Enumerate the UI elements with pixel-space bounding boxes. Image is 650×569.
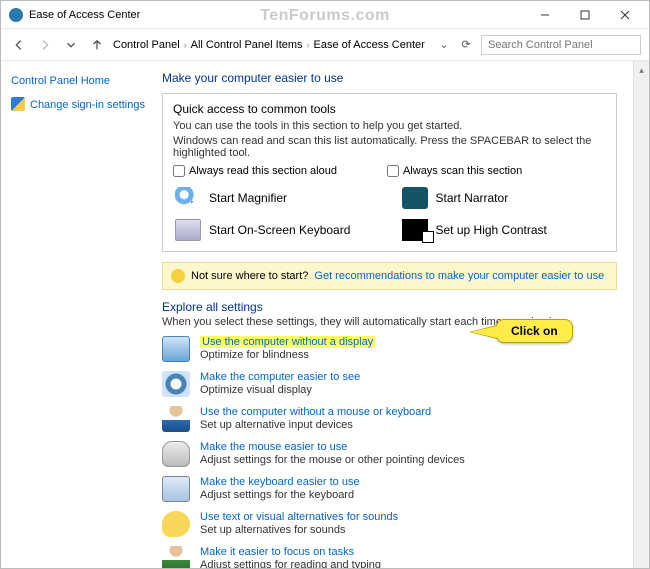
quick-access-box: Quick access to common tools You can use… bbox=[162, 93, 617, 252]
setting-icon bbox=[162, 441, 190, 467]
setting-icon bbox=[162, 406, 190, 432]
titlebar: Ease of Access Center bbox=[1, 1, 649, 29]
main-content: Make your computer easier to use Quick a… bbox=[156, 61, 633, 568]
breadcrumb-mid[interactable]: All Control Panel Items bbox=[191, 39, 303, 51]
setting-desc: Adjust settings for reading and typing bbox=[200, 559, 381, 568]
setting-icon bbox=[162, 511, 190, 537]
quick-title: Quick access to common tools bbox=[173, 102, 606, 116]
tool-label: Set up High Contrast bbox=[436, 223, 547, 237]
setting-desc: Adjust settings for the mouse or other p… bbox=[200, 454, 465, 466]
chk-read-label: Always read this section aloud bbox=[189, 165, 337, 177]
setting-row: Make the keyboard easier to useAdjust se… bbox=[162, 476, 617, 502]
quick-help1: You can use the tools in this section to… bbox=[173, 120, 606, 132]
setting-link[interactable]: Make the mouse easier to use bbox=[200, 441, 465, 453]
refresh-button[interactable]: ⟳ bbox=[457, 38, 475, 51]
address-dropdown[interactable]: ⌄ bbox=[437, 38, 451, 51]
close-button[interactable] bbox=[605, 3, 645, 27]
chk-read-aloud[interactable]: Always read this section aloud bbox=[173, 165, 337, 177]
tool-magnifier[interactable]: Start Magnifier bbox=[173, 185, 380, 211]
chk-scan-box[interactable] bbox=[387, 165, 399, 177]
setting-icon bbox=[162, 476, 190, 502]
tool-narrator[interactable]: Start Narrator bbox=[400, 185, 607, 211]
scrollbar[interactable]: ▴ bbox=[633, 61, 649, 568]
setting-link[interactable]: Use text or visual alternatives for soun… bbox=[200, 511, 398, 523]
minimize-button[interactable] bbox=[525, 3, 565, 27]
breadcrumb-root[interactable]: Control Panel bbox=[113, 39, 180, 51]
search-input[interactable] bbox=[481, 35, 641, 55]
tool-label: Start Magnifier bbox=[209, 191, 287, 205]
narrator-icon bbox=[402, 187, 428, 209]
settings-list: Use the computer without a displayOptimi… bbox=[162, 336, 617, 568]
scroll-up-icon[interactable]: ▴ bbox=[639, 65, 644, 76]
tip-bar: Not sure where to start? Get recommendat… bbox=[162, 262, 617, 290]
setting-desc: Set up alternative input devices bbox=[200, 419, 431, 431]
setting-row: Use text or visual alternatives for soun… bbox=[162, 511, 617, 537]
tool-highcontrast[interactable]: Set up High Contrast bbox=[400, 217, 607, 243]
sidebar-signin-link[interactable]: Change sign-in settings bbox=[11, 97, 146, 111]
sidebar: Control Panel Home Change sign-in settin… bbox=[1, 61, 156, 568]
tool-label: Start Narrator bbox=[436, 191, 509, 205]
setting-link[interactable]: Use the computer without a mouse or keyb… bbox=[200, 406, 431, 418]
tool-label: Start On-Screen Keyboard bbox=[209, 223, 350, 237]
setting-link[interactable]: Make the computer easier to see bbox=[200, 371, 360, 383]
window-title: Ease of Access Center bbox=[29, 9, 525, 21]
app-icon bbox=[9, 8, 23, 22]
setting-link[interactable]: Make it easier to focus on tasks bbox=[200, 546, 381, 558]
magnifier-icon bbox=[175, 187, 201, 209]
setting-icon bbox=[162, 336, 190, 362]
setting-icon bbox=[162, 546, 190, 568]
up-button[interactable] bbox=[87, 35, 107, 55]
setting-desc: Optimize for blindness bbox=[200, 349, 375, 361]
setting-desc: Set up alternatives for sounds bbox=[200, 524, 398, 536]
quick-help2: Windows can read and scan this list auto… bbox=[173, 135, 606, 159]
setting-row: Make the mouse easier to useAdjust setti… bbox=[162, 441, 617, 467]
callout-annotation: Click on bbox=[496, 319, 573, 343]
setting-row: Make it easier to focus on tasksAdjust s… bbox=[162, 546, 617, 568]
sidebar-home-link[interactable]: Control Panel Home bbox=[11, 75, 146, 87]
setting-desc: Optimize visual display bbox=[200, 384, 360, 396]
contrast-icon bbox=[402, 219, 428, 241]
setting-link[interactable]: Use the computer without a display bbox=[200, 336, 375, 348]
maximize-button[interactable] bbox=[565, 3, 605, 27]
setting-row: Make the computer easier to seeOptimize … bbox=[162, 371, 617, 397]
chk-read-aloud-box[interactable] bbox=[173, 165, 185, 177]
navbar: Control Panel › All Control Panel Items … bbox=[1, 29, 649, 61]
setting-desc: Adjust settings for the keyboard bbox=[200, 489, 360, 501]
tip-link[interactable]: Get recommendations to make your compute… bbox=[314, 270, 604, 282]
tool-osk[interactable]: Start On-Screen Keyboard bbox=[173, 217, 380, 243]
recent-dropdown[interactable] bbox=[61, 35, 81, 55]
tip-prefix: Not sure where to start? bbox=[191, 270, 308, 282]
explore-heading: Explore all settings bbox=[162, 300, 617, 314]
setting-link[interactable]: Make the keyboard easier to use bbox=[200, 476, 360, 488]
setting-row: Use the computer without a mouse or keyb… bbox=[162, 406, 617, 432]
bulb-icon bbox=[171, 269, 185, 283]
breadcrumb-leaf[interactable]: Ease of Access Center bbox=[314, 39, 425, 51]
chevron-right-icon: › bbox=[184, 40, 187, 50]
keyboard-icon bbox=[175, 219, 201, 241]
chevron-right-icon: › bbox=[307, 40, 310, 50]
page-heading: Make your computer easier to use bbox=[162, 71, 617, 85]
breadcrumb[interactable]: Control Panel › All Control Panel Items … bbox=[113, 39, 431, 51]
forward-button[interactable] bbox=[35, 35, 55, 55]
back-button[interactable] bbox=[9, 35, 29, 55]
chk-scan[interactable]: Always scan this section bbox=[387, 165, 522, 177]
setting-icon bbox=[162, 371, 190, 397]
chk-scan-label: Always scan this section bbox=[403, 165, 522, 177]
